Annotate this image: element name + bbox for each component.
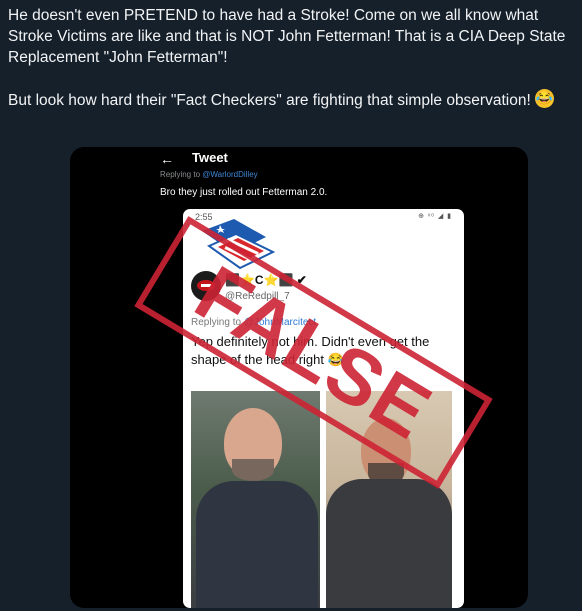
post-paragraph-1: He doesn't even PRETEND to have had a St… [8,7,566,66]
laughing-emoji-icon [534,88,554,108]
inner-replying-line: Replying to @WarlordDilley [160,170,258,179]
inner-tweet-text: Bro they just rolled out Fetterman 2.0. [160,187,328,198]
photo-left-beard [232,459,274,481]
photo-left [191,391,320,608]
photo-left-shirt [196,481,318,608]
status-icons: ⊕ ᵛᵒ ◢ ▮ [418,213,452,220]
inner-header-title: Tweet [192,150,228,165]
inner-tweet-header: ← Tweet Replying to @WarlordDilley Bro t… [160,147,440,207]
inner-replying-prefix: Replying to [160,170,201,179]
back-arrow-icon: ← [160,151,174,167]
post-text: He doesn't even PRETEND to have had a St… [8,5,568,111]
post-paragraph-2: But look how hard their "Fact Checkers" … [8,88,568,111]
post-paragraph-2-text: But look how hard their "Fact Checkers" … [8,92,531,109]
inner-replying-handle: @WarlordDilley [202,170,258,179]
photo-right-shirt [326,479,452,608]
